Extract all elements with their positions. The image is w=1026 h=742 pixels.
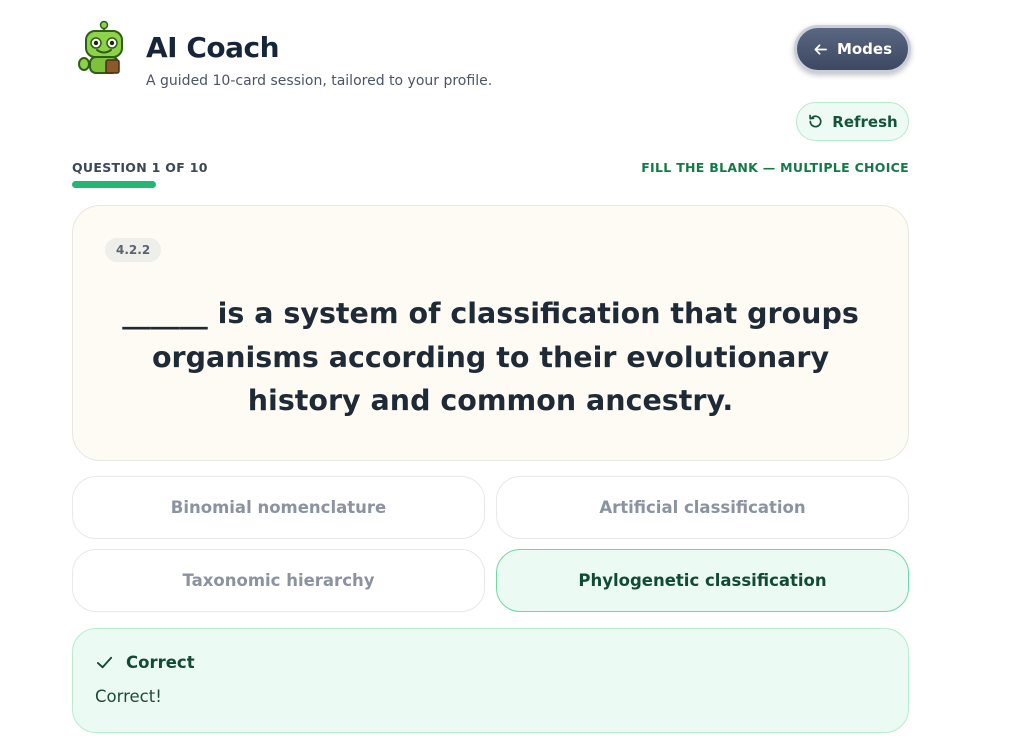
check-icon [96, 656, 113, 669]
modes-button-label: Modes [836, 40, 893, 58]
question-card: 4.2.2 ______ is a system of classificati… [72, 205, 909, 461]
app-title: AI Coach [146, 31, 280, 64]
arrow-left-icon [814, 43, 827, 55]
refresh-button-label: Refresh [832, 112, 898, 131]
question-text: ______ is a system of classification tha… [122, 297, 859, 417]
answer-option-phylogenetic-classification[interactable]: Phylogenetic classification [496, 549, 909, 612]
question-type-label: FILL THE BLANK — MULTIPLE CHOICE [641, 160, 909, 175]
answer-option-artificial-classification[interactable]: Artificial classification [496, 476, 909, 539]
answer-option-binomial-nomenclature[interactable]: Binomial nomenclature [72, 476, 485, 539]
refresh-button[interactable]: Refresh [796, 102, 909, 141]
feedback-message: Correct! [95, 687, 162, 706]
progress-bar-fill [72, 181, 156, 188]
robot-mascot-icon [78, 20, 123, 74]
progress-bar [72, 181, 909, 188]
app-subtitle: A guided 10-card session, tailored to yo… [146, 73, 493, 89]
feedback-header: Correct [95, 653, 195, 672]
feedback-title: Correct [126, 653, 195, 672]
question-counter: QUESTION 1 OF 10 [72, 160, 208, 175]
feedback-panel: Correct Correct! [72, 628, 909, 733]
answer-option-taxonomic-hierarchy[interactable]: Taxonomic hierarchy [72, 549, 485, 612]
modes-button[interactable]: Modes [794, 25, 911, 73]
ai-coach-page: AI Coach A guided 10-card session, tailo… [0, 0, 1026, 742]
refresh-icon [809, 114, 822, 128]
section-badge: 4.2.2 [105, 238, 162, 262]
